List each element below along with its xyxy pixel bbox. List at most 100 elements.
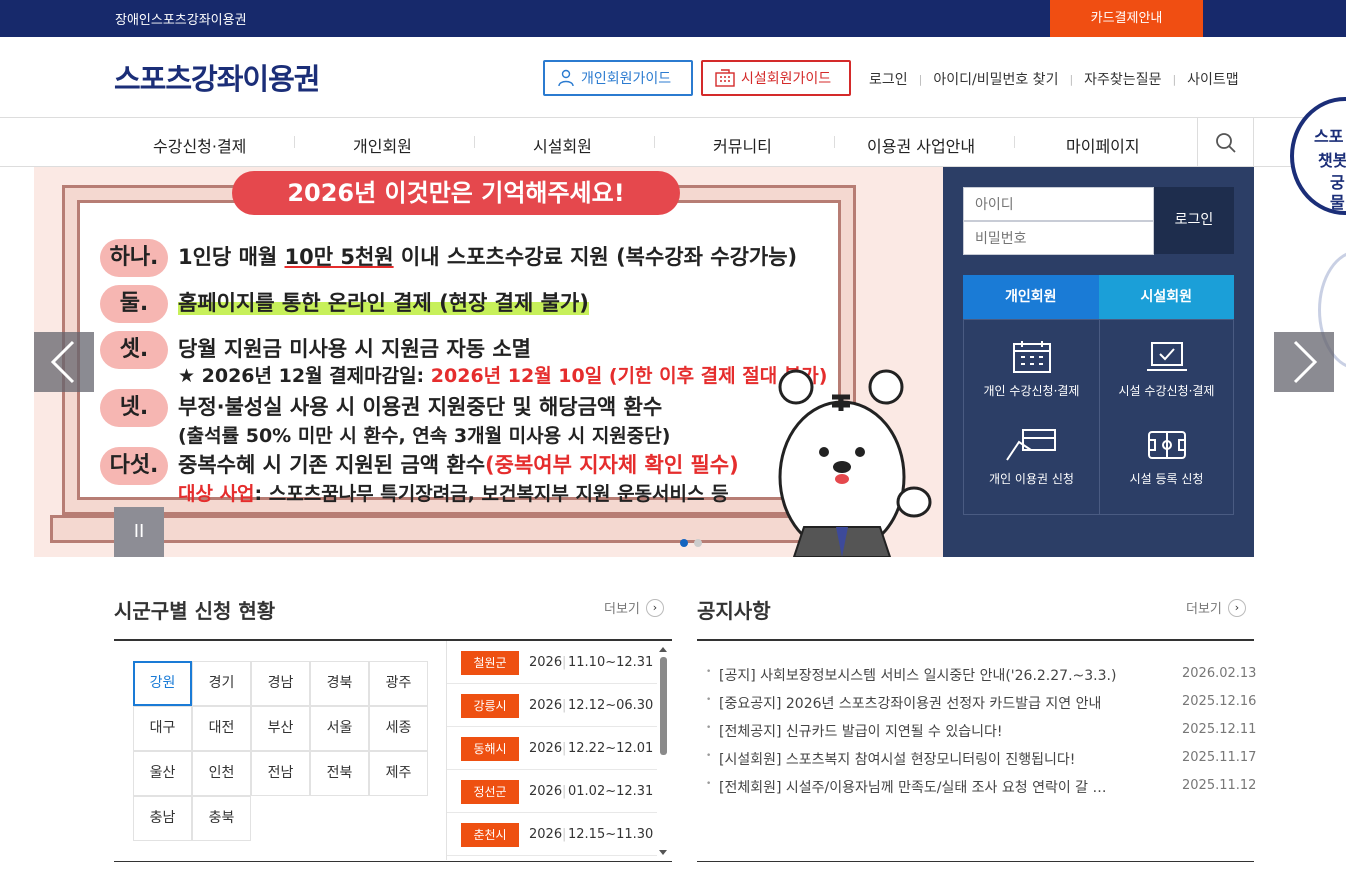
banner-tag: 둘. [100,285,168,323]
nav-item-program-info[interactable]: 이용권 사업안내 [867,133,975,157]
tab-facility-member[interactable]: 시설회원 [1098,275,1234,319]
more-label: 더보기 [1186,602,1222,617]
banner-tag: 넷. [100,389,168,427]
region-tab[interactable]: 울산 [133,751,192,796]
region-tab[interactable]: 제주 [369,751,428,796]
faq-link[interactable]: 자주찾는질문 [1084,69,1161,89]
banner-text: 부정·불성실 사용 시 이용권 지원중단 및 해당금액 환수 [178,395,663,419]
tab-personal-member[interactable]: 개인회원 [963,275,1099,319]
top-bar: 장애인스포츠강좌이용권 카드결제안내 [0,0,1346,37]
banner-title: 2026년 이것만은 기억해주세요! [232,171,680,215]
region-tab[interactable]: 전남 [251,751,310,796]
status-row[interactable]: 정선군 2026 | 01.02~12.31 [447,770,657,813]
find-account-link[interactable]: 아이디/비밀번호 찾기 [933,69,1058,89]
banner-next-button[interactable] [1274,332,1334,392]
region-tab[interactable]: 강원 [133,661,192,706]
status-period: 01.02~12.31 [568,784,654,799]
region-tab[interactable]: 광주 [369,661,428,706]
personal-guide-label: 개인회원가이드 [581,71,672,87]
status-region-badge: 강릉시 [461,694,519,718]
region-tab[interactable]: 대구 [133,706,192,751]
notice-title[interactable]: [공지] 사회보장정보시스템 서비스 일시중단 안내('26.2.27.~3.3… [719,665,1139,685]
banner-deadline: ★ 2026년 12월 결제마감일: 2026년 12월 10일 (기한 이후 … [178,361,827,388]
region-tab[interactable]: 충북 [192,796,251,841]
service-personal-apply[interactable]: 개인 수강신청·결제 [964,340,1099,399]
service-personal-voucher[interactable]: 개인 이용권 신청 [964,428,1099,487]
member-tabs: 개인회원 시설회원 [963,275,1234,319]
login-link[interactable]: 로그인 [869,69,908,89]
region-tab[interactable]: 충남 [133,796,192,841]
board-frame: 하나. 1인당 매월 10만 5천원 이내 스포츠수강료 지원 (복수강좌 수강가… [62,185,856,515]
status-year: 2026 [529,827,563,842]
nav-item-mypage[interactable]: 마이페이지 [1066,133,1140,157]
divider [474,136,475,148]
chatbot-badge-text: 스포 [1314,127,1344,146]
nav-item-apply-pay[interactable]: 수강신청·결제 [153,133,246,157]
chatbot-badge-text: 챗봇 [1318,151,1346,170]
regions-more-link[interactable]: 더보기 › [604,598,664,617]
region-tab[interactable]: 경기 [192,661,251,706]
nav-item-facility[interactable]: 시설회원 [533,133,592,157]
calendar-icon [1012,341,1051,373]
chevron-left-icon [50,340,75,384]
status-year: 2026 [529,655,563,670]
search-button[interactable] [1197,118,1254,167]
personal-guide-button[interactable]: 개인회원가이드 [543,60,693,96]
status-year: 2026 [529,698,563,713]
card-hand-icon [1005,429,1056,461]
banner-tag: 셋. [100,331,168,369]
notice-title[interactable]: [전체회원] 시설주/이용자님께 만족도/실태 조사 요청 연락이 갈 … [719,777,1139,797]
banner-prev-button[interactable] [34,332,94,392]
region-tab[interactable]: 인천 [192,751,251,796]
header: 스포츠강좌이용권 개인회원가이드 시설회원가이드 로그인 | 아이디/비밀번호 … [0,37,1346,118]
slider-dot[interactable] [694,539,702,547]
region-tab[interactable]: 부산 [251,706,310,751]
field-icon [1147,431,1186,459]
notice-title[interactable]: [전체공지] 신규카드 발급이 지연될 수 있습니다! [719,721,1139,741]
service-label: 시설 등록 신청 [1129,472,1204,486]
section-rule [697,861,1254,862]
divider: | [562,741,567,756]
logo[interactable]: 스포츠강좌이용권 [114,56,320,98]
status-row[interactable]: 강릉시 2026 | 12.12~06.30 [447,684,657,727]
slider-pause-button[interactable]: II [114,507,164,557]
region-tab[interactable]: 경남 [251,661,310,706]
notice-title[interactable]: [중요공지] 2026년 스포츠강좌이용권 선정자 카드발급 지연 안내 [719,693,1139,713]
chatbot-badge-text: 물 [1330,193,1345,212]
status-row[interactable]: 철원군 2026 | 11.10~12.31 [447,641,657,684]
id-input[interactable] [963,187,1154,221]
service-facility-register[interactable]: 시설 등록 신청 [1099,428,1234,487]
slider-dot-active[interactable] [680,539,688,547]
notice-title[interactable]: [시설회원] 스포츠복지 참여시설 현장모니터링이 진행됩니다! [719,749,1139,769]
site-name[interactable]: 장애인스포츠강좌이용권 [115,9,247,28]
password-input[interactable] [963,221,1154,255]
region-tab[interactable]: 경북 [310,661,369,706]
main-banner[interactable]: 하나. 1인당 매월 10만 5천원 이내 스포츠수강료 지원 (복수강좌 수강가… [34,167,943,557]
banner-tag: 하나. [100,239,168,277]
notices-more-link[interactable]: 더보기 › [1186,598,1246,617]
region-tab[interactable]: 세종 [369,706,428,751]
nav-item-community[interactable]: 커뮤니티 [713,133,772,157]
scrollbar-thumb[interactable] [660,657,667,755]
service-facility-apply[interactable]: 시설 수강신청·결제 [1099,340,1234,399]
divider: | [1069,72,1074,86]
person-icon [558,69,574,87]
notice-date: 2025.12.11 [1182,722,1257,737]
region-tab[interactable]: 전북 [310,751,369,796]
divider [834,136,835,148]
status-scrollbar[interactable] [658,645,668,858]
card-payment-button[interactable]: 카드결제안내 [1050,0,1203,37]
facility-guide-button[interactable]: 시설회원가이드 [701,60,851,96]
status-row[interactable]: 동해시 2026 | 12.22~12.01 [447,727,657,770]
nav-item-personal[interactable]: 개인회원 [353,133,412,157]
sitemap-link[interactable]: 사이트맵 [1187,69,1239,89]
banner-text: 당월 지원금 미사용 시 지원금 자동 소멸 [178,337,531,361]
status-region-badge: 정선군 [461,780,519,804]
region-tab[interactable]: 대전 [192,706,251,751]
search-icon [1215,132,1236,153]
region-tab[interactable]: 서울 [310,706,369,751]
login-button[interactable]: 로그인 [1154,187,1234,254]
banner-highlight: 대상 사업 [178,483,255,505]
status-year: 2026 [529,784,563,799]
status-row[interactable]: 춘천시 2026 | 12.15~11.30 [447,813,657,856]
